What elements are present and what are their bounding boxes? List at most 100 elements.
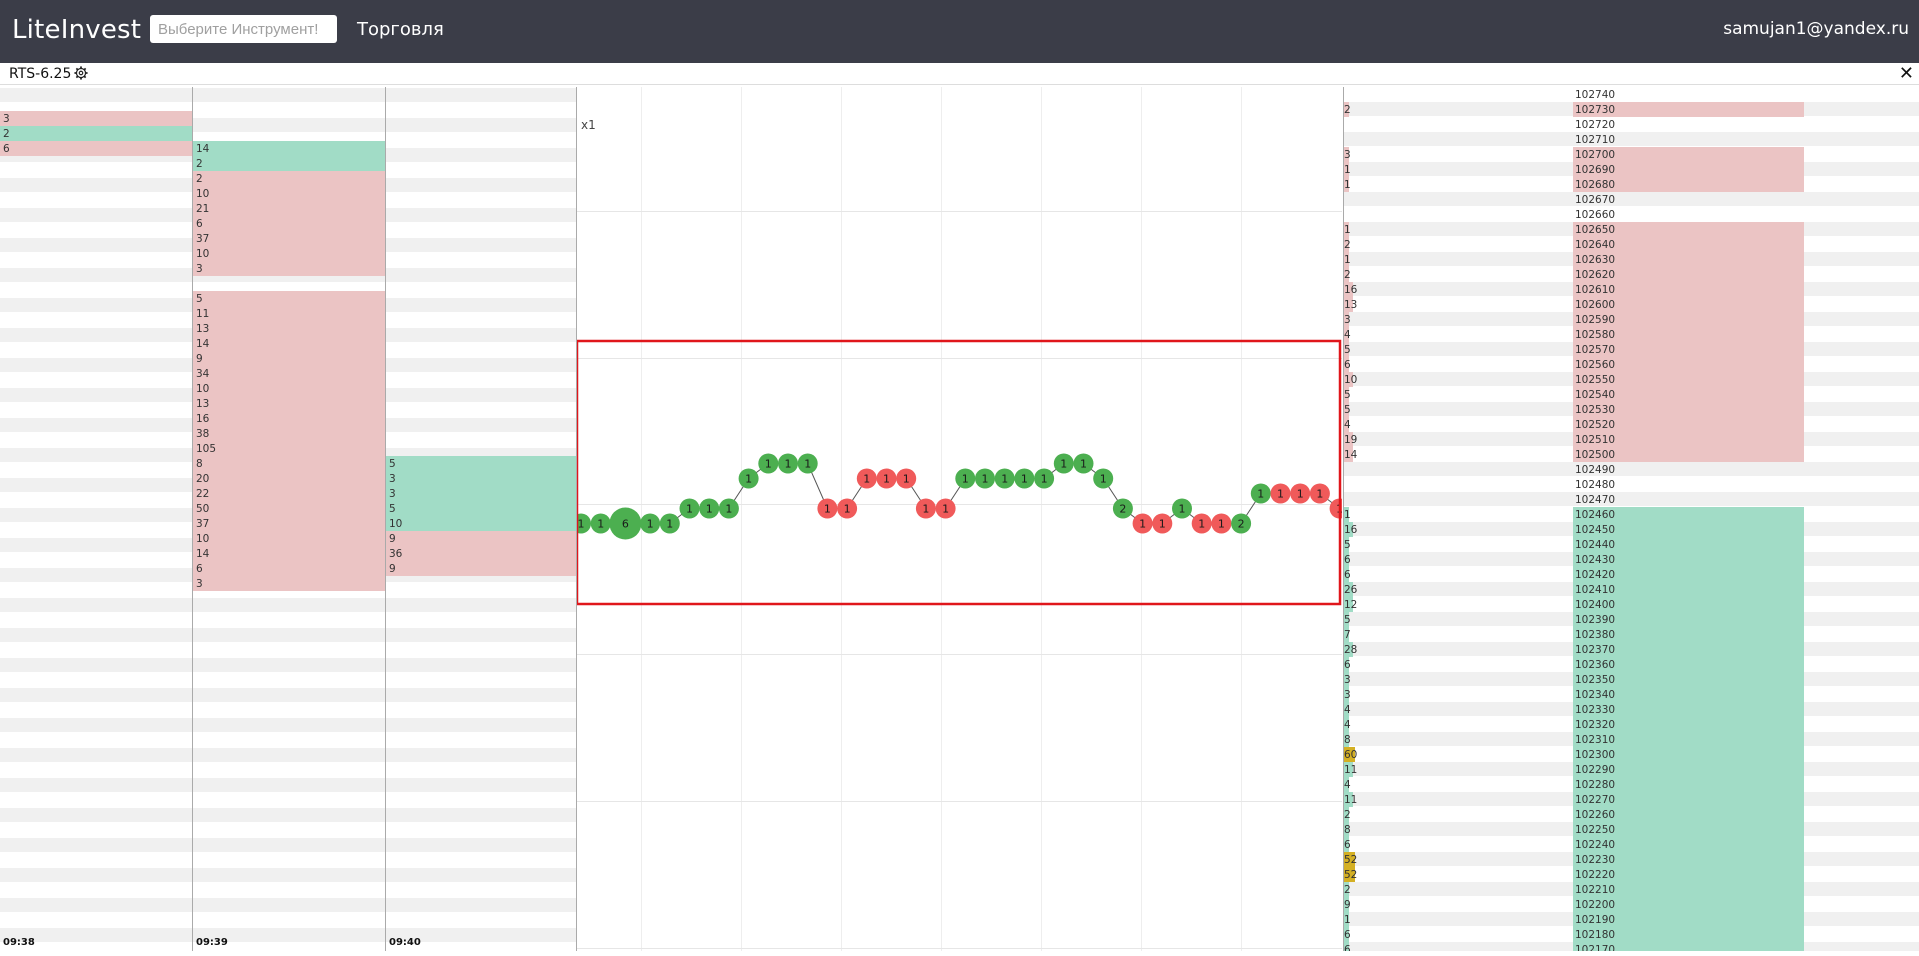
ladder-row[interactable]: 102490 <box>1343 462 1919 477</box>
cluster-cell[interactable]: 50 <box>193 501 385 516</box>
ladder-row[interactable]: 102720 <box>1343 117 1919 132</box>
cluster-cell[interactable]: 5 <box>386 456 576 471</box>
cluster-cell[interactable]: 38 <box>193 426 385 441</box>
ladder-row[interactable]: 3 102700 <box>1343 147 1919 162</box>
ladder-row[interactable]: 2 102730 <box>1343 102 1919 117</box>
ladder-row[interactable]: 3 102590 <box>1343 312 1919 327</box>
cluster-cell[interactable]: 10 <box>193 531 385 546</box>
ladder-row[interactable]: 19 102510 <box>1343 432 1919 447</box>
cluster-cell[interactable]: 37 <box>193 231 385 246</box>
ladder-row[interactable]: 1 102650 <box>1343 222 1919 237</box>
ladder-row[interactable]: 52 102230 <box>1343 852 1919 867</box>
ladder-row[interactable]: 6 102170 <box>1343 942 1919 951</box>
ladder-row[interactable]: 8 102250 <box>1343 822 1919 837</box>
ladder-row[interactable]: 16 102450 <box>1343 522 1919 537</box>
cluster-cell[interactable]: 5 <box>386 501 576 516</box>
ladder-row[interactable]: 6 102360 <box>1343 657 1919 672</box>
ladder-row[interactable]: 1 102460 <box>1343 507 1919 522</box>
cluster-cell[interactable]: 14 <box>193 336 385 351</box>
ladder-row[interactable]: 6 102420 <box>1343 567 1919 582</box>
ladder-row[interactable]: 102740 <box>1343 87 1919 102</box>
ladder-row[interactable]: 102670 <box>1343 192 1919 207</box>
ladder-row[interactable]: 12 102400 <box>1343 597 1919 612</box>
cluster-cell[interactable]: 9 <box>193 351 385 366</box>
ladder-row[interactable]: 1 102630 <box>1343 252 1919 267</box>
ladder-row[interactable]: 5 102570 <box>1343 342 1919 357</box>
ladder-row[interactable]: 1 102190 <box>1343 912 1919 927</box>
cluster-cell[interactable]: 10 <box>386 516 576 531</box>
cluster-cell[interactable]: 3 <box>0 111 192 126</box>
cluster-cell[interactable]: 14 <box>193 546 385 561</box>
logo[interactable]: LiteInvest <box>12 15 141 45</box>
ladder-row[interactable]: 1 102690 <box>1343 162 1919 177</box>
cluster-cell[interactable]: 6 <box>193 561 385 576</box>
ladder-row[interactable]: 102470 <box>1343 492 1919 507</box>
ladder-row[interactable]: 102480 <box>1343 477 1919 492</box>
cluster-cell[interactable]: 2 <box>193 171 385 186</box>
cluster-cell[interactable]: 3 <box>386 471 576 486</box>
cluster-cell[interactable]: 13 <box>193 321 385 336</box>
ladder-row[interactable]: 60 102300 <box>1343 747 1919 762</box>
cluster-cell[interactable]: 10 <box>193 246 385 261</box>
ladder-row[interactable]: 2 102260 <box>1343 807 1919 822</box>
cluster-cell[interactable]: 2 <box>193 156 385 171</box>
ladder-row[interactable]: 4 102580 <box>1343 327 1919 342</box>
ladder-row[interactable]: 6 102430 <box>1343 552 1919 567</box>
cluster-cell[interactable]: 10 <box>193 186 385 201</box>
ladder-row[interactable]: 2 102640 <box>1343 237 1919 252</box>
cluster-cell[interactable]: 13 <box>193 396 385 411</box>
ladder-row[interactable]: 11 102270 <box>1343 792 1919 807</box>
cluster-cell[interactable]: 6 <box>0 141 192 156</box>
ladder-row[interactable]: 5 102440 <box>1343 537 1919 552</box>
ladder-row[interactable]: 4 102520 <box>1343 417 1919 432</box>
cluster-cell[interactable]: 36 <box>386 546 576 561</box>
cluster-cell[interactable]: 3 <box>386 486 576 501</box>
cluster-cell[interactable]: 16 <box>193 411 385 426</box>
ladder-row[interactable]: 3 102350 <box>1343 672 1919 687</box>
ladder-row[interactable]: 11 102290 <box>1343 762 1919 777</box>
cluster-cell[interactable]: 3 <box>193 261 385 276</box>
ladder-row[interactable]: 2 102620 <box>1343 267 1919 282</box>
cluster-cell[interactable]: 8 <box>193 456 385 471</box>
user-email-link[interactable]: samujan1@yandex.ru <box>1723 19 1909 39</box>
ladder-row[interactable]: 3 102340 <box>1343 687 1919 702</box>
cluster-cell[interactable]: 37 <box>193 516 385 531</box>
ladder-row[interactable]: 4 102320 <box>1343 717 1919 732</box>
ladder-row[interactable]: 6 102560 <box>1343 357 1919 372</box>
cluster-cell[interactable]: 34 <box>193 366 385 381</box>
ladder-row[interactable]: 1 102680 <box>1343 177 1919 192</box>
cluster-cell[interactable]: 22 <box>193 486 385 501</box>
cluster-cell[interactable]: 10 <box>193 381 385 396</box>
cluster-cell[interactable]: 9 <box>386 561 576 576</box>
ladder-row[interactable]: 5 102390 <box>1343 612 1919 627</box>
ladder-row[interactable]: 28 102370 <box>1343 642 1919 657</box>
ladder-row[interactable]: 13 102600 <box>1343 297 1919 312</box>
nav-trading-link[interactable]: Торговля <box>357 19 444 40</box>
cluster-cell[interactable]: 14 <box>193 141 385 156</box>
ladder-row[interactable]: 2 102210 <box>1343 882 1919 897</box>
cluster-cell[interactable]: 105 <box>193 441 385 456</box>
ladder-row[interactable]: 16 102610 <box>1343 282 1919 297</box>
ladder-row[interactable]: 26 102410 <box>1343 582 1919 597</box>
ladder-row[interactable]: 14 102500 <box>1343 447 1919 462</box>
cluster-cell[interactable]: 5 <box>193 291 385 306</box>
instrument-search-input[interactable] <box>150 15 337 43</box>
ladder-row[interactable]: 6 102180 <box>1343 927 1919 942</box>
ladder-row[interactable]: 8 102310 <box>1343 732 1919 747</box>
ladder-row[interactable]: 7 102380 <box>1343 627 1919 642</box>
cluster-cell[interactable]: 6 <box>193 216 385 231</box>
cluster-cell[interactable]: 11 <box>193 306 385 321</box>
cluster-cell[interactable]: 21 <box>193 201 385 216</box>
gear-icon[interactable] <box>74 66 88 80</box>
ladder-row[interactable]: 4 102330 <box>1343 702 1919 717</box>
ladder-row[interactable]: 102710 <box>1343 132 1919 147</box>
cluster-cell[interactable]: 9 <box>386 531 576 546</box>
ladder-row[interactable]: 5 102530 <box>1343 402 1919 417</box>
close-icon[interactable]: ✕ <box>1899 64 1914 82</box>
ladder-row[interactable]: 52 102220 <box>1343 867 1919 882</box>
cluster-cell[interactable]: 2 <box>0 126 192 141</box>
ladder-row[interactable]: 9 102200 <box>1343 897 1919 912</box>
ladder-row[interactable]: 10 102550 <box>1343 372 1919 387</box>
cluster-cell[interactable]: 20 <box>193 471 385 486</box>
ladder-row[interactable]: 6 102240 <box>1343 837 1919 852</box>
